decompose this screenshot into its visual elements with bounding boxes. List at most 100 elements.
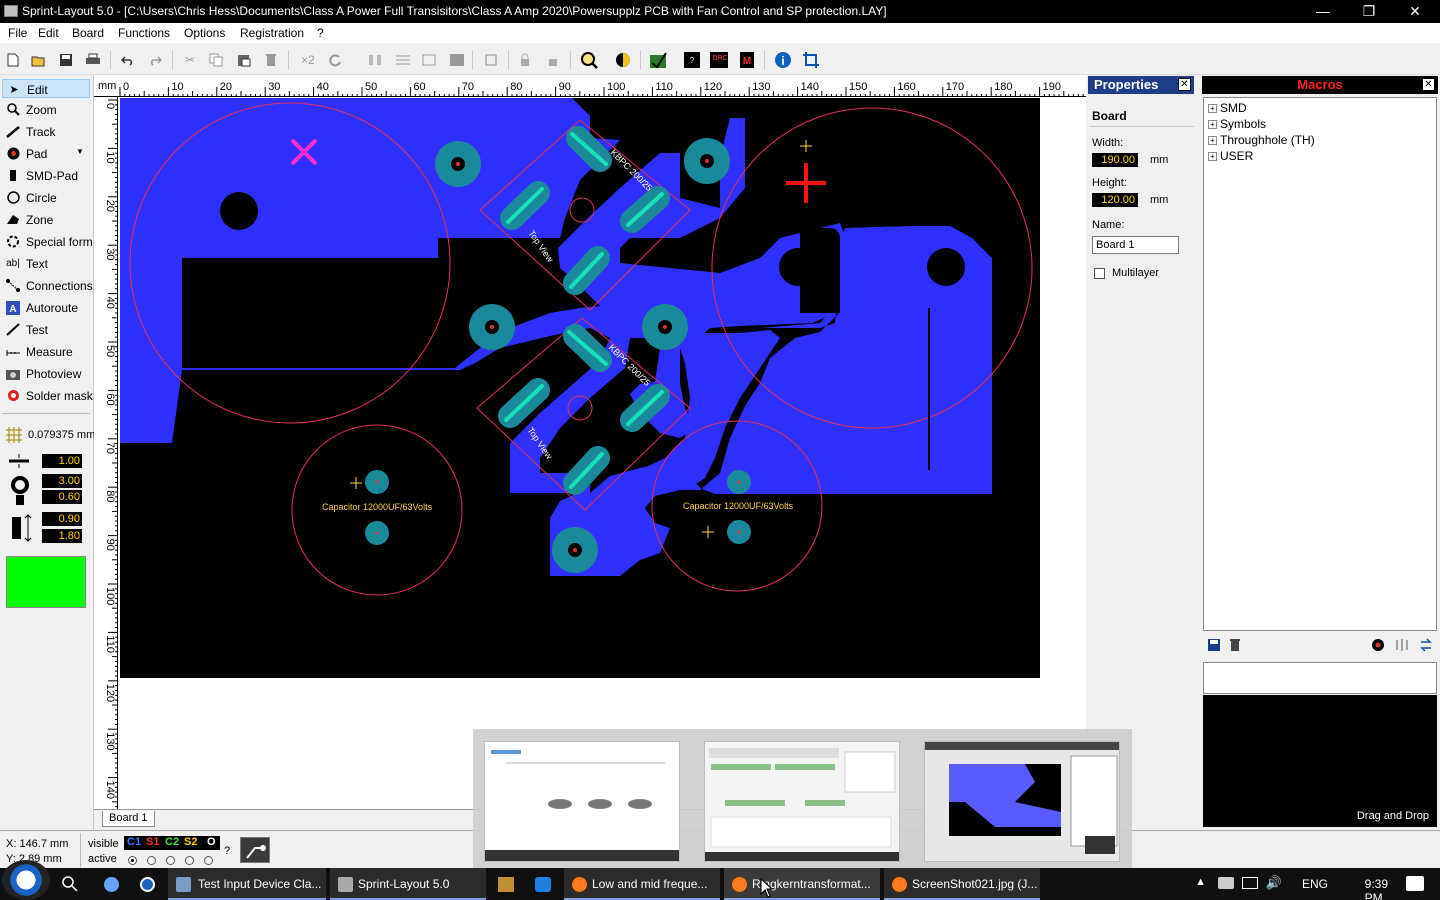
paste-icon[interactable] xyxy=(235,51,253,69)
menu-registration[interactable]: Registration xyxy=(240,26,304,40)
smd-width-input[interactable]: 0.90 xyxy=(42,512,82,526)
clock[interactable]: 9:39 PM xyxy=(1365,877,1388,900)
tool-circle[interactable]: Circle xyxy=(2,188,90,207)
layer-s2[interactable]: S2 xyxy=(184,836,197,848)
language-indicator[interactable]: ENG xyxy=(1302,877,1328,891)
expand-icon[interactable]: + xyxy=(1208,104,1217,113)
smd-height-input[interactable]: 1.80 xyxy=(42,529,82,543)
layer-c1[interactable]: C1 xyxy=(127,836,141,848)
tool-pad[interactable]: Pad ▼ xyxy=(2,144,90,163)
tool-solder-mask[interactable]: Solder mask xyxy=(2,386,93,405)
properties-close-icon[interactable]: ✕ xyxy=(1178,78,1191,91)
pcb-board[interactable]: KBPC 200/25 Top View KBPC 200/25 Top Vie… xyxy=(120,98,1040,678)
layer-visibility[interactable]: C1 S1 C2 S2 O xyxy=(124,836,220,850)
mirror-h-icon[interactable] xyxy=(366,51,384,69)
width-input[interactable]: 190.00 xyxy=(1092,153,1138,167)
expand-icon[interactable]: + xyxy=(1208,120,1217,129)
dropdown-arrow-icon[interactable]: ▼ xyxy=(76,147,84,156)
tool-photoview[interactable]: Photoview xyxy=(2,364,90,383)
undo-icon[interactable] xyxy=(119,51,137,69)
tool-test[interactable]: Test xyxy=(2,320,90,339)
unlock-icon[interactable] xyxy=(544,51,562,69)
lock-icon[interactable] xyxy=(516,51,534,69)
active-layer-c1-radio[interactable] xyxy=(128,856,137,865)
menu-file[interactable]: File xyxy=(8,26,27,40)
pinned-app-icon[interactable] xyxy=(104,877,119,892)
tree-item-throughhole[interactable]: + Throughhole (TH) xyxy=(1208,133,1315,149)
macro-delete-icon[interactable] xyxy=(1229,638,1241,655)
track-width-input[interactable]: 1.00 xyxy=(42,454,82,468)
tab-board-1[interactable]: Board 1 xyxy=(102,811,155,827)
macro-save-icon[interactable] xyxy=(1207,638,1221,655)
tree-item-symbols[interactable]: + Symbols xyxy=(1208,117,1266,133)
new-icon[interactable] xyxy=(4,51,22,69)
transparent-icon[interactable] xyxy=(614,51,632,69)
teamviewer-icon[interactable] xyxy=(535,877,551,892)
taskbar-item-test-input[interactable]: Test Input Device Cla... xyxy=(168,868,326,900)
align-icon[interactable] xyxy=(394,51,412,69)
start-button[interactable] xyxy=(2,860,50,900)
expand-icon[interactable]: + xyxy=(1208,152,1217,161)
multilayer-checkbox[interactable] xyxy=(1094,268,1105,279)
drc-check-icon[interactable] xyxy=(649,51,667,69)
macro-swap-icon[interactable] xyxy=(1419,638,1433,655)
active-layer-o-radio[interactable] xyxy=(204,856,213,865)
board-name-input[interactable]: Board 1 xyxy=(1092,236,1179,254)
close-button[interactable]: ✕ xyxy=(1392,0,1438,23)
taskbar-item-firefox-3[interactable]: ScreenShot021.jpg (J... xyxy=(884,868,1040,900)
tool-connections[interactable]: Connections xyxy=(2,276,93,295)
tray-device-icon[interactable] xyxy=(1218,877,1234,889)
layer-icon[interactable] xyxy=(482,51,500,69)
tool-track[interactable]: Track xyxy=(2,122,90,141)
redo-icon[interactable] xyxy=(146,51,164,69)
taskbar-item-firefox-1[interactable]: Low and mid freque... xyxy=(564,868,720,900)
copy-icon[interactable] xyxy=(207,51,225,69)
group-icon[interactable] xyxy=(420,51,438,69)
layer-s1[interactable]: S1 xyxy=(146,836,159,848)
taskbar-item-sprint-layout[interactable]: Sprint-Layout 5.0 xyxy=(330,868,486,900)
active-layer-s1-radio[interactable] xyxy=(147,856,156,865)
menu-functions[interactable]: Functions xyxy=(118,26,170,40)
active-layer-s2-radio[interactable] xyxy=(185,856,194,865)
crop-icon[interactable] xyxy=(802,51,820,69)
layer-c2[interactable]: C2 xyxy=(165,836,179,848)
connection-tool-icon[interactable] xyxy=(240,837,270,863)
bmw-app-icon[interactable] xyxy=(140,877,155,892)
drc-icon[interactable]: ? xyxy=(683,51,701,69)
macro-icon[interactable]: M xyxy=(738,51,756,69)
expand-icon[interactable]: + xyxy=(1208,136,1217,145)
minimize-button[interactable]: — xyxy=(1300,0,1346,23)
volume-icon[interactable]: 🔊 xyxy=(1266,875,1282,891)
grid-setting[interactable]: 0.079375 mm xyxy=(4,427,95,443)
delete-icon[interactable] xyxy=(262,51,280,69)
tool-smd-pad[interactable]: SMD-Pad xyxy=(2,166,90,185)
search-icon[interactable] xyxy=(62,876,78,895)
taskbar-item-firefox-2[interactable]: Ringkerntransformat... xyxy=(724,868,880,900)
open-icon[interactable] xyxy=(30,51,48,69)
tool-special-form[interactable]: Special form xyxy=(2,232,93,251)
pad-outer-input[interactable]: 3.00 xyxy=(42,474,82,488)
tray-overflow-icon[interactable]: ▲ xyxy=(1195,876,1206,888)
height-input[interactable]: 120.00 xyxy=(1092,193,1138,207)
layer-o[interactable]: O xyxy=(207,836,216,848)
tool-zone[interactable]: Zone xyxy=(2,210,90,229)
preview-window-1[interactable] xyxy=(484,741,680,862)
macro-mirror-icon[interactable] xyxy=(1395,638,1409,655)
grid-icon[interactable] xyxy=(448,51,466,69)
network-icon[interactable] xyxy=(1242,877,1258,889)
tools-app-icon[interactable] xyxy=(498,877,514,892)
tree-item-user[interactable]: + USER xyxy=(1208,149,1253,165)
tool-measure[interactable]: Measure xyxy=(2,342,90,361)
pad-inner-input[interactable]: 0.60 xyxy=(42,490,82,504)
menu-edit[interactable]: Edit xyxy=(38,26,59,40)
rotate-icon[interactable] xyxy=(326,51,344,69)
info-icon[interactable]: i xyxy=(774,51,792,69)
menu-options[interactable]: Options xyxy=(184,26,225,40)
zoom-icon[interactable] xyxy=(580,51,598,69)
tree-item-smd[interactable]: + SMD xyxy=(1208,101,1247,117)
notifications-icon[interactable] xyxy=(1406,876,1424,891)
layer-color-swatch[interactable] xyxy=(6,556,86,608)
layer-help[interactable]: ? xyxy=(224,845,230,857)
active-layer-c2-radio[interactable] xyxy=(166,856,175,865)
preview-window-3[interactable] xyxy=(924,741,1120,862)
